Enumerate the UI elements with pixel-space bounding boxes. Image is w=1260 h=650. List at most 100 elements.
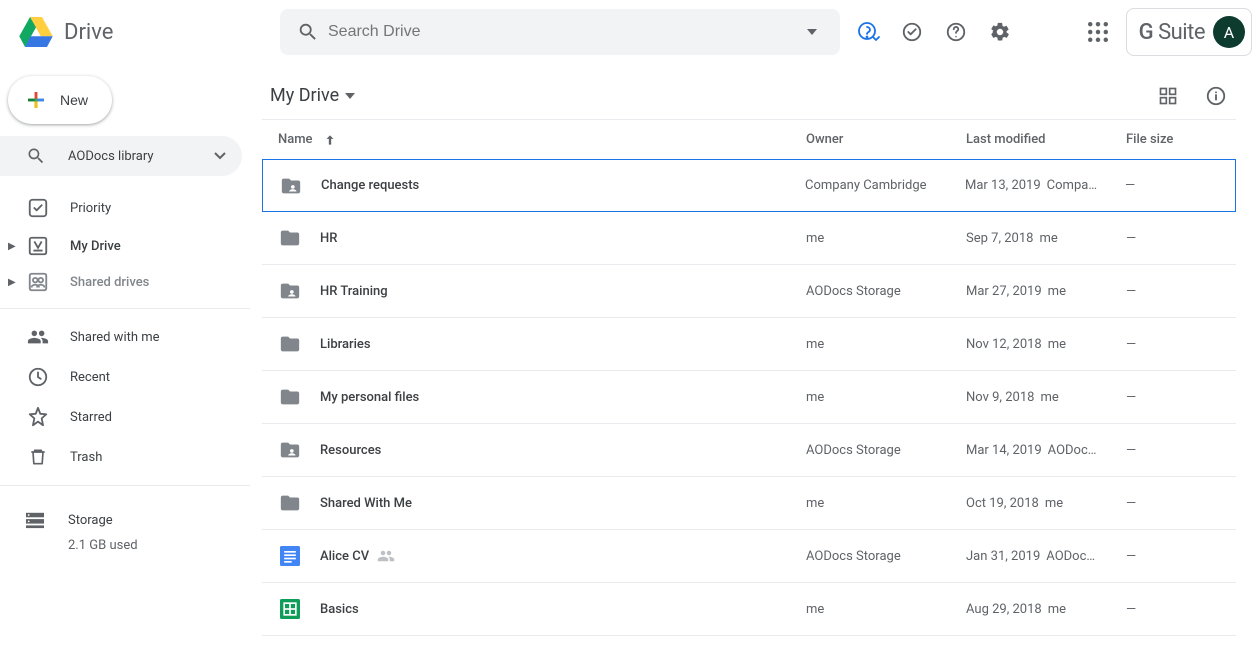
search-input[interactable] — [328, 23, 792, 41]
sidebar-item-trash[interactable]: Trash — [0, 437, 242, 477]
folder-shared-icon — [278, 438, 302, 462]
clock-icon — [26, 365, 50, 389]
support-help-icon[interactable] — [848, 12, 888, 52]
file-size: — — [1126, 602, 1236, 617]
info-icon[interactable] — [1196, 76, 1236, 116]
logo-area[interactable]: Drive — [16, 12, 280, 52]
table-row[interactable]: BasicsmeAug 29, 2018me— — [262, 583, 1236, 636]
main-content: My Drive Name Owner Last modified File s… — [250, 64, 1260, 650]
file-owner: me — [806, 390, 966, 405]
chevron-down-icon[interactable] — [214, 152, 226, 160]
file-name: My personal files — [320, 390, 806, 405]
avatar[interactable]: A — [1213, 16, 1245, 48]
column-size-header[interactable]: File size — [1126, 132, 1236, 147]
breadcrumb[interactable]: My Drive — [262, 81, 363, 110]
file-name: Libraries — [320, 337, 806, 352]
file-name: Alice CV — [320, 547, 806, 565]
header-actions — [848, 12, 1020, 52]
help-icon[interactable] — [936, 12, 976, 52]
settings-gear-icon[interactable] — [980, 12, 1020, 52]
file-size: — — [1126, 337, 1236, 352]
app-name: Drive — [64, 20, 113, 45]
chevron-down-icon — [345, 93, 355, 99]
storage-used-label: 2.1 GB used — [24, 538, 250, 553]
file-name: Basics — [320, 602, 806, 617]
file-modified: Mar 27, 2019me — [966, 284, 1126, 299]
sheet-icon — [278, 597, 302, 621]
file-name: Change requests — [321, 178, 805, 193]
sidebar-item-starred[interactable]: Starred — [0, 397, 242, 437]
sidebar-item-my-drive[interactable]: ▶ My Drive — [0, 228, 250, 264]
shared-people-icon — [377, 547, 395, 565]
file-owner: AODocs Storage — [806, 549, 966, 564]
library-search-item[interactable]: AODocs library — [0, 136, 242, 176]
file-modified: Mar 13, 2019Compa… — [965, 178, 1125, 193]
plus-icon — [24, 88, 48, 112]
trash-icon — [26, 445, 50, 469]
sidebar-item-shared-drives[interactable]: ▶ Shared drives — [0, 264, 250, 300]
sidebar-item-recent[interactable]: Recent — [0, 357, 242, 397]
folder-shared-icon — [279, 174, 303, 198]
file-modified: Nov 9, 2018me — [966, 390, 1126, 405]
file-owner: AODocs Storage — [806, 284, 966, 299]
file-name: HR Training — [320, 284, 806, 299]
expand-triangle-icon[interactable]: ▶ — [8, 241, 20, 252]
search-bar[interactable] — [280, 9, 840, 55]
column-modified-header[interactable]: Last modified — [966, 132, 1126, 147]
search-icon[interactable] — [288, 12, 328, 52]
file-modified: Mar 14, 2019AODoc… — [966, 443, 1126, 458]
file-owner: me — [806, 602, 966, 617]
table-row[interactable]: Change requestsCompany CambridgeMar 13, … — [262, 159, 1236, 212]
file-name: Resources — [320, 443, 806, 458]
apps-grid-icon[interactable] — [1078, 12, 1118, 52]
table-row[interactable]: HRmeSep 7, 2018me— — [262, 212, 1236, 265]
table-row[interactable]: My personal filesmeNov 9, 2018me— — [262, 371, 1236, 424]
folder-shared-icon — [278, 279, 302, 303]
my-drive-icon — [26, 234, 50, 258]
file-owner: me — [806, 496, 966, 511]
grid-view-icon[interactable] — [1148, 76, 1188, 116]
file-modified: Nov 12, 2018me — [966, 337, 1126, 352]
column-name-header[interactable]: Name — [278, 132, 806, 147]
file-size: — — [1126, 284, 1236, 299]
file-size: — — [1126, 443, 1236, 458]
folder-icon — [278, 385, 302, 409]
file-size: — — [1126, 390, 1236, 405]
file-size: — — [1126, 549, 1236, 564]
column-owner-header[interactable]: Owner — [806, 132, 966, 147]
storage-icon — [24, 511, 48, 529]
file-owner: me — [806, 231, 966, 246]
folder-icon — [278, 491, 302, 515]
file-size: — — [1125, 178, 1235, 193]
file-modified: Sep 7, 2018me — [966, 231, 1126, 246]
table-header: Name Owner Last modified File size — [262, 120, 1236, 160]
app-header: Drive G Suite A — [0, 0, 1260, 64]
table-row[interactable]: HR TrainingAODocs StorageMar 27, 2019me— — [262, 265, 1236, 318]
table-row[interactable]: LibrariesmeNov 12, 2018me— — [262, 318, 1236, 371]
new-button[interactable]: New — [8, 76, 112, 124]
search-icon — [24, 144, 48, 168]
file-size: — — [1126, 231, 1236, 246]
file-modified: Aug 29, 2018me — [966, 602, 1126, 617]
folder-icon — [278, 226, 302, 250]
file-list: Change requestsCompany CambridgeMar 13, … — [262, 159, 1236, 636]
file-name: HR — [320, 231, 806, 246]
table-row[interactable]: Shared With MemeOct 19, 2018me— — [262, 477, 1236, 530]
library-search-label: AODocs library — [68, 149, 154, 164]
offline-ready-icon[interactable] — [892, 12, 932, 52]
sidebar: New AODocs library Priority ▶ My Drive ▶… — [0, 64, 250, 650]
search-options-dropdown[interactable] — [792, 12, 832, 52]
header-right: G Suite A — [1078, 8, 1252, 56]
file-size: — — [1126, 496, 1236, 511]
sidebar-item-priority[interactable]: Priority — [0, 188, 242, 228]
table-row[interactable]: ResourcesAODocs StorageMar 14, 2019AODoc… — [262, 424, 1236, 477]
main-header: My Drive — [262, 72, 1236, 120]
doc-icon — [278, 544, 302, 568]
sidebar-item-shared-with-me[interactable]: Shared with me — [0, 317, 242, 357]
new-label: New — [60, 92, 88, 108]
divider — [0, 485, 250, 486]
table-row[interactable]: Alice CVAODocs StorageJan 31, 2019AODoc…… — [262, 530, 1236, 583]
expand-triangle-icon[interactable]: ▶ — [8, 277, 20, 288]
gsuite-badge[interactable]: G Suite A — [1126, 8, 1252, 56]
sidebar-item-storage[interactable]: Storage — [24, 502, 250, 538]
